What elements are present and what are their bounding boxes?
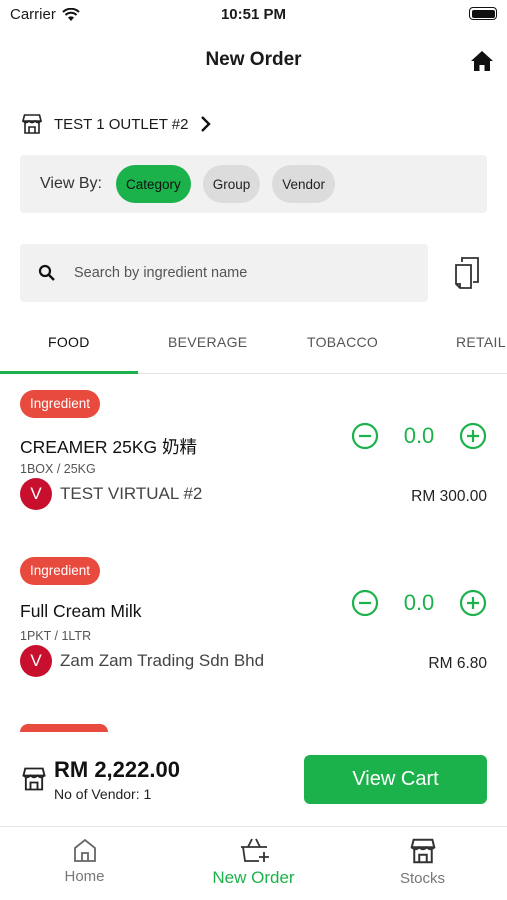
item-unit: 1BOX / 25KG — [20, 462, 96, 476]
store-icon — [22, 767, 46, 791]
tabbar-label: New Order — [212, 868, 295, 887]
category-tabs: FOOD BEVERAGE TOBACCO RETAIL — [0, 318, 507, 374]
plus-circle-icon[interactable] — [459, 589, 487, 617]
minus-circle-icon[interactable] — [351, 589, 379, 617]
view-by-vendor-chip[interactable]: Vendor — [272, 165, 336, 203]
item-name: CREAMER 25KG 奶精 — [20, 437, 197, 457]
tabbar-item-home[interactable]: Home — [0, 836, 169, 885]
vendor-count: No of Vendor: 1 — [54, 786, 152, 802]
view-by-label: View By: — [40, 175, 102, 192]
order-summary-bar: RM 2,222.00 No of Vendor: 1 View Cart — [0, 732, 507, 827]
battery-icon — [469, 7, 497, 20]
quantity-value[interactable]: 0.0 — [379, 423, 459, 449]
view-by-panel: View By: Category Group Vendor — [20, 155, 487, 213]
view-by-group-chip[interactable]: Group — [202, 165, 261, 203]
chevron-right-icon — [200, 116, 211, 132]
basket-plus-icon — [240, 838, 269, 862]
item-type-badge: Ingredient — [20, 390, 101, 418]
vendor-avatar: V — [20, 645, 52, 677]
active-tab-indicator — [0, 371, 138, 374]
search-placeholder: Search by ingredient name — [74, 265, 248, 281]
minus-circle-icon[interactable] — [351, 422, 379, 450]
tab-beverage[interactable]: BEVERAGE — [168, 334, 247, 350]
tab-tobacco[interactable]: TOBACCO — [307, 334, 378, 350]
item-vendor: V TEST VIRTUAL #2 — [20, 478, 202, 510]
home-icon[interactable] — [469, 48, 495, 74]
vendor-avatar: V — [20, 478, 52, 510]
store-icon — [21, 114, 43, 134]
clock: 10:51 PM — [220, 6, 287, 23]
quantity-value[interactable]: 0.0 — [379, 590, 459, 616]
view-by-category-chip[interactable]: Category — [115, 165, 191, 203]
nav-bar: New Order — [0, 40, 507, 84]
item-type-badge: Ingredient — [20, 557, 101, 585]
next-item-badge-peek — [20, 724, 108, 732]
item-name: Full Cream Milk — [20, 601, 142, 621]
tab-food[interactable]: FOOD — [48, 334, 90, 350]
item-unit: 1PKT / 1LTR — [20, 629, 92, 643]
view-cart-button[interactable]: View Cart — [304, 755, 487, 804]
vendor-name: TEST VIRTUAL #2 — [60, 484, 203, 503]
plus-circle-icon[interactable] — [459, 422, 487, 450]
order-total: RM 2,222.00 — [54, 757, 180, 782]
quantity-stepper: 0.0 — [351, 589, 487, 617]
page-title: New Order — [205, 49, 302, 70]
tabbar-label: Home — [64, 868, 105, 885]
tabbar-item-new-order[interactable]: New Order — [169, 836, 338, 888]
tabbar-item-stocks[interactable]: Stocks — [338, 836, 507, 887]
search-icon — [38, 264, 55, 281]
store-icon — [409, 838, 436, 864]
quantity-stepper: 0.0 — [351, 422, 487, 450]
outlet-name: TEST 1 OUTLET #2 — [54, 115, 189, 133]
status-bar: Carrier 10:51 PM — [0, 0, 507, 30]
home-outline-icon — [73, 838, 96, 862]
list-item: Ingredient Full Cream Milk 1PKT / 1LTR V… — [20, 557, 487, 697]
outlet-selector[interactable]: TEST 1 OUTLET #2 — [20, 110, 211, 138]
tabbar-label: Stocks — [399, 870, 445, 887]
tab-retail[interactable]: RETAIL — [456, 334, 506, 350]
bottom-tab-bar: Home New Order Stocks — [0, 828, 507, 900]
item-vendor: V Zam Zam Trading Sdn Bhd — [20, 645, 264, 677]
list-item: Ingredient CREAMER 25KG 奶精 1BOX / 25KG V… — [20, 390, 487, 530]
search-input[interactable]: Search by ingredient name — [20, 244, 428, 302]
vendor-name: Zam Zam Trading Sdn Bhd — [60, 651, 265, 670]
item-price: RM 6.80 — [428, 655, 487, 672]
item-price: RM 300.00 — [411, 488, 487, 505]
copy-icon[interactable] — [452, 256, 482, 290]
